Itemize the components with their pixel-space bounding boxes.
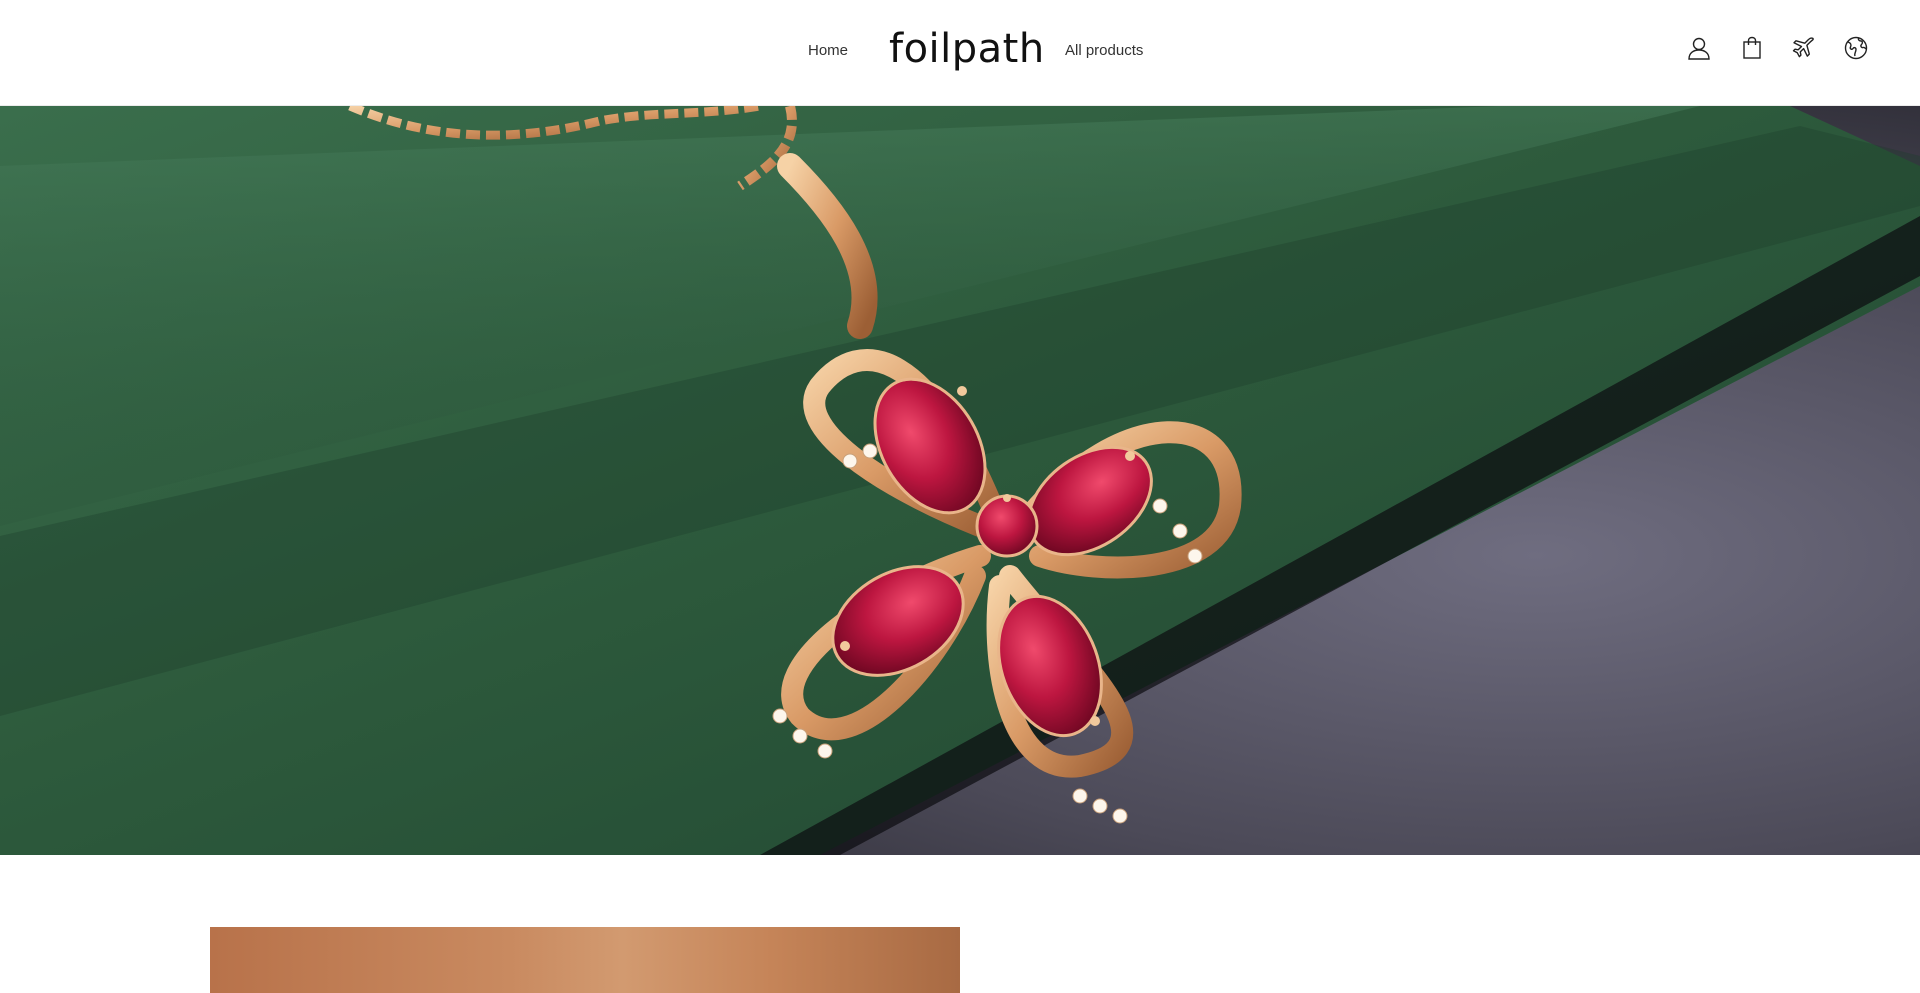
hero-pendant-image: [0, 106, 1920, 855]
nav-home-link[interactable]: Home: [808, 42, 848, 59]
account-icon[interactable]: [1685, 34, 1713, 62]
site-header: Home foilpath All products: [0, 0, 1920, 106]
store-logo[interactable]: foilpath: [889, 26, 1045, 72]
nav-all-products-link[interactable]: All products: [1065, 42, 1143, 59]
hero-banner[interactable]: [0, 106, 1920, 855]
featured-product-image[interactable]: [210, 927, 960, 993]
airplane-icon[interactable]: [1790, 34, 1818, 62]
cart-icon[interactable]: [1738, 34, 1766, 62]
globe-icon[interactable]: [1842, 34, 1870, 62]
